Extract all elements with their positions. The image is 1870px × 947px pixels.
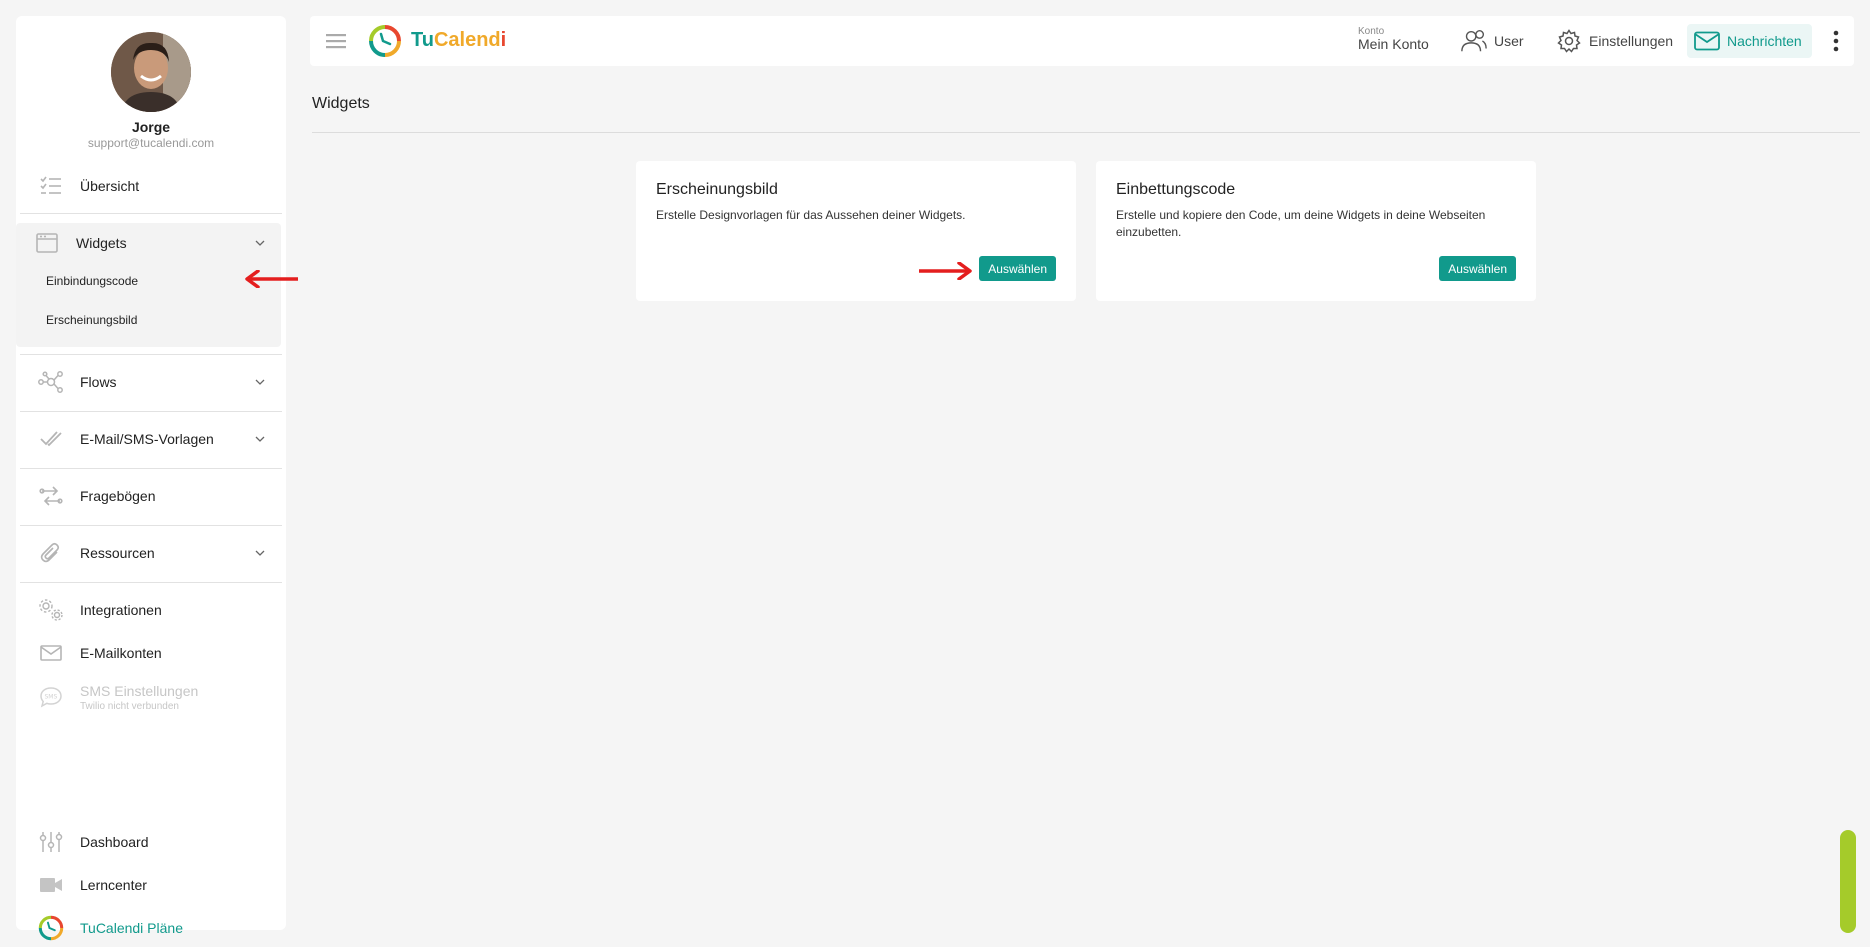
sidebar-item-label: Dashboard bbox=[80, 834, 149, 850]
card-appearance: Erscheinungsbild Erstelle Designvorlagen… bbox=[636, 161, 1076, 301]
account-menu[interactable]: Konto Mein Konto bbox=[1358, 26, 1429, 52]
sidebar-item-label: Flows bbox=[80, 374, 117, 390]
sidebar-item-overview[interactable]: Übersicht bbox=[16, 166, 286, 206]
sidebar-item-label: TuCalendi Pläne bbox=[80, 920, 183, 936]
divider bbox=[20, 525, 282, 526]
scrollbar-thumb[interactable] bbox=[1840, 830, 1856, 933]
sidebar-item-sms-settings[interactable]: SMS SMS Einstellungen Twilio nicht verbu… bbox=[16, 676, 286, 724]
sidebar-subitem-embed-code[interactable]: Einbindungscode bbox=[46, 274, 138, 288]
gears-icon bbox=[38, 597, 64, 623]
double-check-icon bbox=[38, 426, 64, 452]
mail-icon bbox=[1693, 28, 1721, 54]
brand-part: Tu bbox=[411, 29, 434, 51]
gear-icon bbox=[1555, 28, 1583, 54]
chevron-down-icon bbox=[255, 550, 265, 556]
divider bbox=[20, 468, 282, 469]
card-description: Erstelle und kopiere den Code, um deine … bbox=[1116, 208, 1486, 239]
divider bbox=[20, 411, 282, 412]
envelope-icon bbox=[38, 640, 64, 666]
sms-bubble-icon: SMS bbox=[38, 684, 64, 710]
messages-button[interactable]: Nachrichten bbox=[1687, 24, 1812, 58]
sidebar-item-label: Ressourcen bbox=[80, 545, 155, 561]
sidebar-item-resources[interactable]: Ressourcen bbox=[16, 533, 286, 573]
sidebar-item-dashboard[interactable]: Dashboard bbox=[16, 822, 286, 862]
account-main-label: Mein Konto bbox=[1358, 36, 1429, 52]
sidebar-item-label: Integrationen bbox=[80, 602, 162, 618]
sidebar-item-flows[interactable]: Flows bbox=[16, 362, 286, 402]
sidebar-item-label: Fragebögen bbox=[80, 488, 156, 504]
flow-nodes-icon bbox=[38, 369, 64, 395]
user-email: support@tucalendi.com bbox=[87, 136, 215, 150]
widgets-group: Widgets Einbindungscode Erscheinungsbild bbox=[16, 223, 281, 347]
card-description: Erstelle Designvorlagen für das Aussehen… bbox=[656, 208, 966, 222]
kebab-icon[interactable] bbox=[1832, 30, 1840, 52]
menu-icon[interactable] bbox=[324, 29, 348, 53]
select-appearance-button[interactable]: Auswählen bbox=[979, 256, 1056, 281]
brand-part: Calend bbox=[433, 29, 501, 51]
brand-part: i bbox=[500, 29, 507, 51]
browser-window-icon bbox=[34, 230, 60, 256]
tucalendi-logo-icon[interactable] bbox=[368, 24, 402, 58]
sidebar-item-label: Lerncenter bbox=[80, 877, 147, 893]
sidebar-item-plans[interactable]: TuCalendi Pläne bbox=[16, 908, 286, 947]
settings-button-label: Einstellungen bbox=[1589, 33, 1674, 49]
divider bbox=[20, 213, 282, 214]
sidebar-item-widgets[interactable]: Widgets bbox=[16, 223, 281, 263]
paperclip-icon bbox=[38, 540, 64, 566]
card-title: Einbettungscode bbox=[1116, 181, 1236, 198]
sidebar-item-label: Übersicht bbox=[80, 178, 140, 194]
sidebar-item-label: E-Mail/SMS-Vorlagen bbox=[80, 431, 214, 447]
divider bbox=[20, 354, 282, 355]
card-title: Erscheinungsbild bbox=[656, 181, 778, 198]
checklist-icon bbox=[38, 173, 64, 199]
tucalendi-logo-icon bbox=[38, 915, 64, 941]
card-embed-code: Einbettungscode Erstelle und kopiere den… bbox=[1096, 161, 1536, 301]
settings-button[interactable]: Einstellungen bbox=[1555, 24, 1673, 58]
messages-button-label: Nachrichten bbox=[1727, 33, 1802, 49]
sidebar-item-label: E-Mailkonten bbox=[80, 645, 162, 661]
sidebar-item-label: Widgets bbox=[76, 235, 127, 251]
chevron-down-icon bbox=[255, 436, 265, 442]
sidebar-item-templates[interactable]: E-Mail/SMS-Vorlagen bbox=[16, 419, 286, 459]
sidebar-item-learning-center[interactable]: Lerncenter bbox=[16, 865, 286, 905]
divider bbox=[312, 132, 1860, 133]
user-button-label: User bbox=[1494, 33, 1524, 49]
video-camera-icon bbox=[38, 872, 64, 898]
sidebar-item-label: SMS Einstellungen bbox=[80, 683, 199, 699]
annotation-arrow-left-icon bbox=[245, 270, 298, 288]
users-icon bbox=[1460, 28, 1488, 54]
topbar: TuCalendi Konto Mein Konto User Einstell… bbox=[310, 16, 1854, 66]
chevron-down-icon bbox=[255, 240, 265, 246]
sidebar: Jorge support@tucalendi.com Übersicht Wi… bbox=[16, 16, 286, 941]
sidebar-item-email-accounts[interactable]: E-Mailkonten bbox=[16, 633, 286, 673]
user-button[interactable]: User bbox=[1460, 24, 1524, 58]
sliders-icon bbox=[38, 829, 64, 855]
sms-status-label: Twilio nicht verbunden bbox=[80, 701, 179, 712]
annotation-arrow-right-icon bbox=[919, 262, 972, 280]
sidebar-subitem-appearance[interactable]: Erscheinungsbild bbox=[46, 313, 137, 327]
divider bbox=[20, 582, 282, 583]
svg-text:SMS: SMS bbox=[45, 694, 58, 701]
user-name: Jorge bbox=[131, 119, 171, 135]
sidebar-item-questionnaires[interactable]: Fragebögen bbox=[16, 476, 286, 516]
swap-arrows-icon bbox=[38, 483, 64, 509]
page-title: Widgets bbox=[312, 95, 370, 112]
chevron-down-icon bbox=[255, 379, 265, 385]
brand-wordmark[interactable]: TuCalendi bbox=[411, 29, 506, 52]
select-embed-code-button[interactable]: Auswählen bbox=[1439, 256, 1516, 281]
user-avatar[interactable] bbox=[111, 32, 191, 112]
sidebar-item-integrations[interactable]: Integrationen bbox=[16, 590, 286, 630]
